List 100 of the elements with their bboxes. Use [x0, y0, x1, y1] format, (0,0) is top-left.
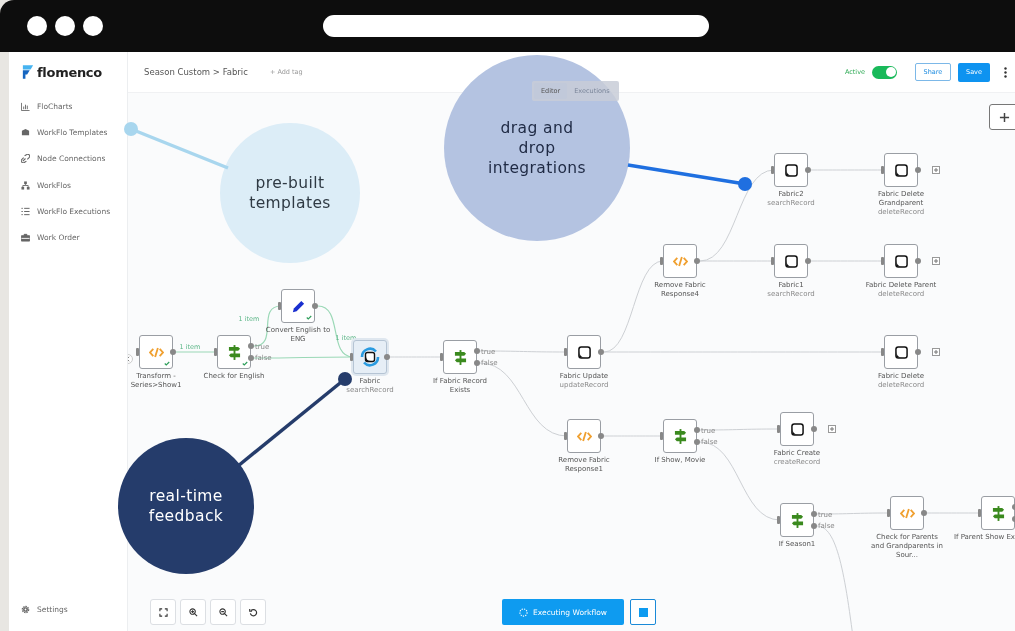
signpost-icon	[453, 349, 467, 365]
window-control-icon[interactable]	[83, 16, 103, 36]
output-port[interactable]	[805, 167, 811, 173]
window-control-icon[interactable]	[27, 16, 47, 36]
active-toggle[interactable]	[872, 65, 897, 79]
list-icon	[21, 206, 30, 216]
code-icon	[576, 430, 592, 442]
input-port[interactable]	[564, 432, 567, 440]
workflow-node[interactable]	[567, 335, 601, 369]
code-icon	[148, 346, 164, 358]
output-port[interactable]	[915, 167, 921, 173]
callout-text: pre-built templates	[248, 172, 332, 214]
signpost-icon	[673, 428, 687, 444]
sync-icon	[358, 345, 382, 369]
output-port[interactable]	[811, 426, 817, 432]
add-node-icon[interactable]	[828, 425, 836, 433]
input-port[interactable]	[777, 516, 780, 524]
workflow-node[interactable]	[774, 153, 808, 187]
output-port[interactable]	[694, 258, 700, 264]
input-port[interactable]	[881, 348, 884, 356]
logo-icon	[22, 65, 34, 79]
input-port[interactable]	[564, 348, 567, 356]
zoom-out-icon	[218, 607, 228, 617]
add-node-icon[interactable]	[932, 348, 940, 356]
workflow-node[interactable]	[443, 340, 477, 374]
fit-view-button[interactable]	[150, 599, 176, 625]
fabric-icon	[894, 163, 908, 177]
workflow-node[interactable]	[884, 153, 918, 187]
workflow-node[interactable]	[567, 419, 601, 453]
fullscreen-icon	[158, 607, 168, 617]
input-port[interactable]	[660, 432, 663, 440]
input-port[interactable]	[777, 425, 780, 433]
output-port[interactable]	[598, 433, 604, 439]
callout-text: drag and drop integrations	[487, 117, 587, 179]
output-port[interactable]	[384, 354, 390, 360]
input-port[interactable]	[136, 348, 139, 356]
output-port[interactable]	[915, 258, 921, 264]
input-port[interactable]	[887, 509, 890, 517]
output-port[interactable]	[312, 303, 318, 309]
input-port[interactable]	[978, 509, 981, 517]
fabric-icon	[577, 345, 591, 359]
add-node-icon[interactable]	[932, 166, 940, 174]
plus-icon	[998, 111, 1010, 123]
callout-text: real-time feedback	[147, 485, 225, 527]
input-port[interactable]	[278, 302, 281, 310]
workflow-node[interactable]	[884, 244, 918, 278]
signpost-icon	[790, 512, 804, 528]
zoom-in-icon	[188, 607, 198, 617]
add-node-icon[interactable]	[932, 257, 940, 265]
reset-button[interactable]	[240, 599, 266, 625]
workflow-node[interactable]	[890, 496, 924, 530]
code-icon	[899, 507, 915, 519]
more-options-icon[interactable]	[1004, 66, 1007, 78]
input-port[interactable]	[771, 166, 774, 174]
stop-button[interactable]	[630, 599, 656, 625]
workflow-node[interactable]	[353, 340, 387, 374]
workflow-node[interactable]	[884, 335, 918, 369]
workflow-node[interactable]	[139, 335, 173, 369]
input-port[interactable]	[214, 348, 217, 356]
output-port[interactable]	[170, 349, 176, 355]
input-port[interactable]	[660, 257, 663, 265]
spinner-icon	[519, 607, 529, 617]
input-port[interactable]	[881, 257, 884, 265]
workflow-node[interactable]	[663, 244, 697, 278]
bar-chart-icon	[21, 101, 30, 111]
pencil-icon	[290, 298, 306, 314]
input-port[interactable]	[350, 353, 353, 361]
workflow-node[interactable]	[663, 419, 697, 453]
add-node-button[interactable]	[989, 104, 1015, 130]
undo-icon	[248, 607, 258, 617]
stop-icon	[638, 607, 648, 617]
input-port[interactable]	[881, 166, 884, 174]
window-control-icon[interactable]	[55, 16, 75, 36]
workflow-node[interactable]	[774, 244, 808, 278]
output-port[interactable]	[921, 510, 927, 516]
input-port[interactable]	[771, 257, 774, 265]
code-icon	[672, 255, 688, 267]
workflow-node[interactable]	[780, 412, 814, 446]
signpost-icon	[227, 344, 241, 360]
output-port[interactable]	[805, 258, 811, 264]
output-port[interactable]	[598, 349, 604, 355]
zoom-out-button[interactable]	[210, 599, 236, 625]
workflow-node[interactable]	[780, 503, 814, 537]
settings-icon	[21, 605, 30, 615]
hierarchy-icon	[21, 180, 30, 190]
workflow-node[interactable]	[281, 289, 315, 323]
briefcase-icon	[21, 233, 30, 243]
link-icon	[21, 154, 30, 164]
logo-text: flomenco	[37, 64, 102, 80]
fabric-icon	[894, 254, 908, 268]
workflow-node[interactable]	[981, 496, 1015, 530]
workflow-node[interactable]	[217, 335, 251, 369]
input-port[interactable]	[440, 353, 443, 361]
signpost-icon	[991, 505, 1005, 521]
breadcrumb: Season Custom > Fabric	[144, 67, 248, 77]
fabric-icon	[784, 254, 798, 268]
fabric-icon	[790, 422, 804, 436]
output-port[interactable]	[915, 349, 921, 355]
fabric-icon	[784, 163, 798, 177]
zoom-in-button[interactable]	[180, 599, 206, 625]
